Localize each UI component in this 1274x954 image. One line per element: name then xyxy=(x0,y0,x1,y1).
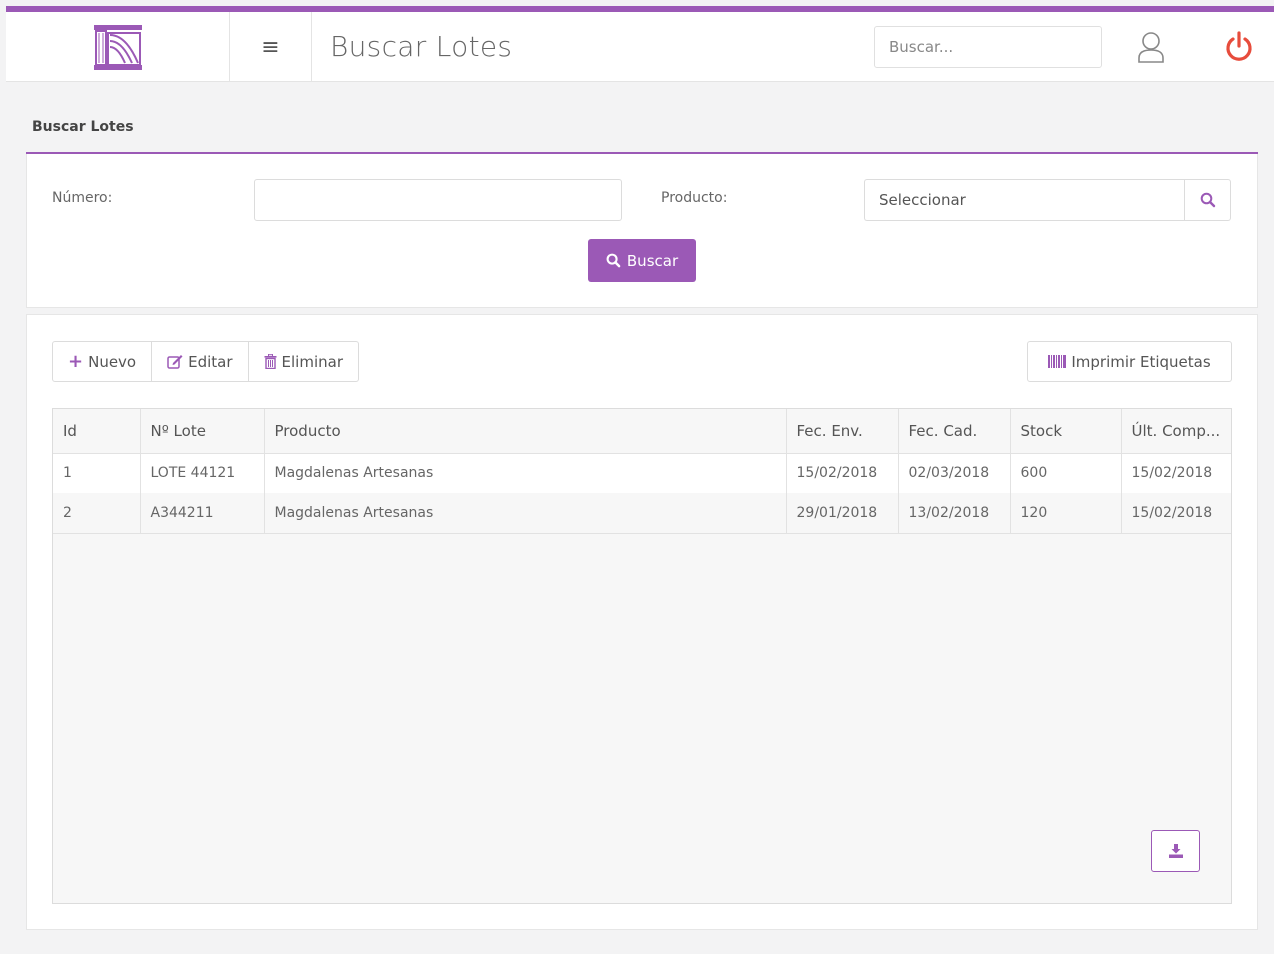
table-cell: 120 xyxy=(1010,493,1122,534)
table-row[interactable]: 1 LOTE 44121 Magdalenas Artesanas 15/02/… xyxy=(53,453,1231,493)
column-header-fec-env[interactable]: Fec. Env. xyxy=(786,409,899,454)
barcode-icon xyxy=(1048,355,1067,368)
table-cell: 15/02/2018 xyxy=(1121,493,1231,534)
producto-search-button[interactable] xyxy=(1184,179,1231,221)
table-cell: LOTE 44121 xyxy=(140,453,265,493)
buscar-button-label: Buscar xyxy=(626,251,679,270)
header: ≡ Buscar Lotes xyxy=(6,12,1274,82)
nuevo-button[interactable]: + Nuevo xyxy=(52,341,153,382)
filter-panel-title: Buscar Lotes xyxy=(26,108,1258,154)
search-icon xyxy=(606,253,621,268)
user-icon[interactable] xyxy=(1136,30,1166,64)
filter-panel-title-text: Buscar Lotes xyxy=(32,119,134,135)
table-cell: 15/02/2018 xyxy=(1121,453,1231,493)
table-row[interactable]: 2 A344211 Magdalenas Artesanas 29/01/201… xyxy=(53,493,1231,534)
global-search-input[interactable] xyxy=(874,26,1102,68)
table-cell: 13/02/2018 xyxy=(898,493,1011,534)
lotes-grid: Id Nº Lote Producto Fec. Env. Fec. Cad. … xyxy=(52,408,1232,904)
table-header-row: Id Nº Lote Producto Fec. Env. Fec. Cad. … xyxy=(53,409,1231,454)
table-cell: 1 xyxy=(53,453,141,493)
producto-select[interactable]: Seleccionar xyxy=(864,179,1184,221)
eliminar-button-label: Eliminar xyxy=(281,352,343,371)
column-header-id[interactable]: Id xyxy=(53,409,141,454)
numero-input[interactable] xyxy=(254,179,622,221)
table-cell: Magdalenas Artesanas xyxy=(264,453,787,493)
column-header-ult-comp[interactable]: Últ. Comp... xyxy=(1121,409,1231,454)
hamburger-icon: ≡ xyxy=(261,34,280,60)
imprimir-etiquetas-label: Imprimir Etiquetas xyxy=(1071,352,1211,371)
table-cell: Magdalenas Artesanas xyxy=(264,493,787,534)
trash-icon xyxy=(264,354,277,369)
table-cell: 2 xyxy=(53,493,141,534)
columns-logo-icon xyxy=(93,25,142,70)
table-cell: 600 xyxy=(1010,453,1122,493)
lotes-table: Id Nº Lote Producto Fec. Env. Fec. Cad. … xyxy=(53,409,1231,534)
power-icon[interactable] xyxy=(1224,30,1254,62)
column-header-stock[interactable]: Stock xyxy=(1010,409,1122,454)
table-cell: 02/03/2018 xyxy=(898,453,1011,493)
menu-toggle-button[interactable]: ≡ xyxy=(230,12,312,82)
download-icon xyxy=(1168,844,1183,858)
plus-icon: + xyxy=(68,351,84,372)
editar-button-label: Editar xyxy=(188,352,233,371)
column-header-lote[interactable]: Nº Lote xyxy=(140,409,265,454)
eliminar-button[interactable]: Eliminar xyxy=(247,341,359,382)
logo[interactable] xyxy=(6,12,230,82)
search-icon xyxy=(1200,192,1215,208)
download-button[interactable] xyxy=(1151,830,1200,872)
table-cell: 15/02/2018 xyxy=(786,453,899,493)
producto-label: Producto: xyxy=(661,190,728,206)
imprimir-etiquetas-button[interactable]: Imprimir Etiquetas xyxy=(1027,341,1232,382)
page-title: Buscar Lotes xyxy=(330,30,513,63)
numero-label: Número: xyxy=(52,190,113,206)
buscar-button[interactable]: Buscar xyxy=(588,239,696,282)
column-header-fec-cad[interactable]: Fec. Cad. xyxy=(898,409,1011,454)
table-cell: 29/01/2018 xyxy=(786,493,899,534)
column-header-producto[interactable]: Producto xyxy=(264,409,787,454)
toolbar-button-group: + Nuevo Editar Eliminar xyxy=(52,341,359,382)
nuevo-button-label: Nuevo xyxy=(88,352,137,371)
editar-button[interactable]: Editar xyxy=(151,341,249,382)
table-cell: A344211 xyxy=(140,493,265,534)
edit-icon xyxy=(167,355,183,369)
